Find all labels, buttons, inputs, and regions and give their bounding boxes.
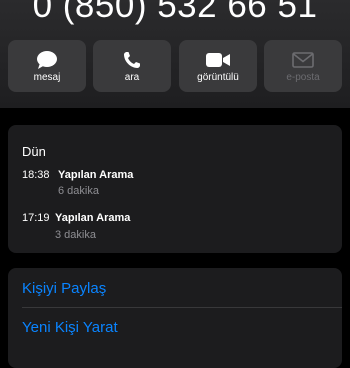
- phone-number: 0 (850) 532 66 51: [32, 0, 318, 25]
- call-time: 18:38: [22, 169, 50, 181]
- call-button[interactable]: ara: [93, 40, 171, 92]
- call-button-label: ara: [124, 72, 140, 83]
- message-button-label: mesaj: [33, 72, 61, 83]
- video-button[interactable]: görüntülü: [179, 40, 257, 92]
- quick-actions-row: mesaj ara görüntülü e-posta: [8, 40, 342, 92]
- call-type: Yapılan Arama: [58, 169, 134, 181]
- phone-icon: [93, 49, 171, 71]
- contact-actions-card: Kişiyi Paylaş Yeni Kişi Yarat: [8, 268, 342, 368]
- call-type: Yapılan Arama: [55, 212, 131, 224]
- email-button[interactable]: e-posta: [264, 40, 342, 92]
- call-duration: 6 dakika: [58, 185, 99, 197]
- call-time: 17:19: [22, 212, 50, 224]
- divider: [22, 307, 342, 308]
- call-history-card: Dün 18:38 Yapılan Arama 6 dakika 17:19 Y…: [8, 125, 342, 253]
- share-contact-link[interactable]: Kişiyi Paylaş: [22, 280, 106, 297]
- message-button[interactable]: mesaj: [8, 40, 86, 92]
- video-camera-icon: [179, 49, 257, 71]
- email-button-label: e-posta: [286, 72, 320, 83]
- contact-header: 0 (850) 532 66 51 mesaj ara görüntülü e-…: [0, 0, 350, 108]
- video-button-label: görüntülü: [197, 72, 239, 83]
- new-contact-link[interactable]: Yeni Kişi Yarat: [22, 319, 118, 336]
- message-bubble-icon: [8, 49, 86, 71]
- call-duration: 3 dakika: [55, 229, 96, 241]
- envelope-icon: [264, 49, 342, 71]
- call-history-day: Dün: [22, 144, 46, 159]
